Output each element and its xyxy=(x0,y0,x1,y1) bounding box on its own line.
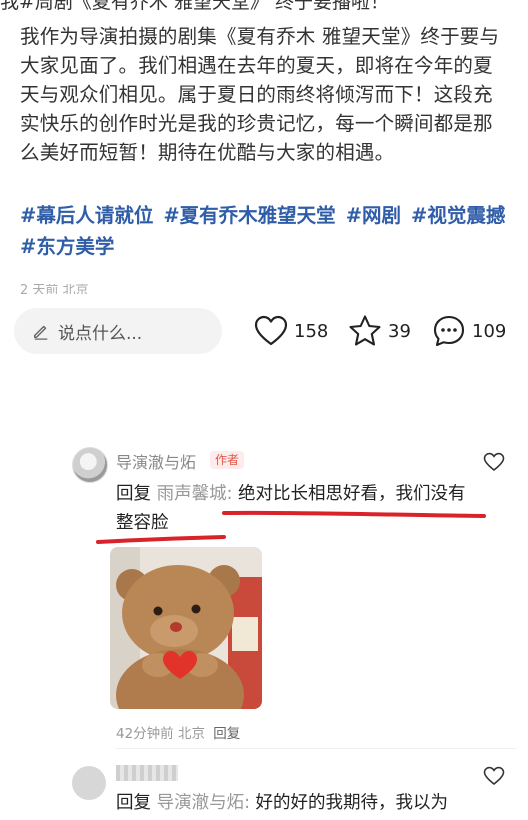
star-icon xyxy=(349,315,381,346)
reply-target[interactable]: 导演澈与炻: xyxy=(157,793,250,813)
comment-text: 回复 导演澈与炻: 好的好的我期待，我以为 xyxy=(116,790,448,816)
post-body-text: 我作为导演拍摄的剧集《夏有乔木 雅望天堂》终于要与大家见面了。我们相遇在去年的夏… xyxy=(20,25,500,164)
heart-icon xyxy=(254,315,288,346)
hashtag[interactable]: #视觉震撼 xyxy=(411,204,505,227)
divider xyxy=(116,748,516,749)
comment-location: 北京 xyxy=(177,726,205,742)
hashtag[interactable]: #幕后人请就位 xyxy=(20,204,153,227)
comment-image[interactable] xyxy=(110,547,262,709)
collect-count: 39 xyxy=(388,320,411,342)
comment-bubble-icon xyxy=(433,315,465,347)
hashtag[interactable]: #东方美学 xyxy=(20,235,114,258)
comment-body: 好的好的我期待，我以为 xyxy=(249,793,449,813)
pen-icon xyxy=(33,325,48,340)
comment-like-heart-icon[interactable] xyxy=(483,452,505,472)
like-count: 158 xyxy=(294,320,329,342)
hashtag[interactable]: #网剧 xyxy=(346,204,401,227)
comment-like-heart-icon[interactable] xyxy=(483,766,505,786)
hashtag-list: #幕后人请就位 #夏有乔木雅望天堂 #网剧 #视觉震撼 #东方美学 xyxy=(20,200,520,262)
reply-button[interactable]: 回复 xyxy=(213,726,240,742)
post-meta: 2 天前 北京 xyxy=(20,284,89,294)
comment-count: 109 xyxy=(472,320,507,342)
red-underline-annotation xyxy=(96,510,486,544)
like-button[interactable]: 158 xyxy=(254,312,328,350)
avatar[interactable] xyxy=(72,766,106,800)
collect-button[interactable]: 39 xyxy=(348,312,411,350)
comment-placeholder: 说点什么... xyxy=(58,323,143,344)
hashtag[interactable]: #夏有乔木雅望天堂 xyxy=(163,204,335,227)
comment-author[interactable]: 导演澈与炻 xyxy=(116,449,196,473)
comment-author-blurred[interactable] xyxy=(116,765,178,781)
comment-button[interactable]: 109 xyxy=(432,312,506,350)
comment-time: 42分钟前 xyxy=(116,726,174,742)
reply-prefix: 回复 xyxy=(116,793,151,813)
author-badge: 作者 xyxy=(210,451,245,469)
avatar[interactable] xyxy=(72,447,108,483)
post-cut-line: 我#周剧《夏有乔木 雅望天堂》 终于要播啦！ xyxy=(0,0,390,13)
comment-input[interactable]: 说点什么... xyxy=(14,308,222,354)
comment-meta: 42分钟前 北京 回复 xyxy=(116,722,240,742)
